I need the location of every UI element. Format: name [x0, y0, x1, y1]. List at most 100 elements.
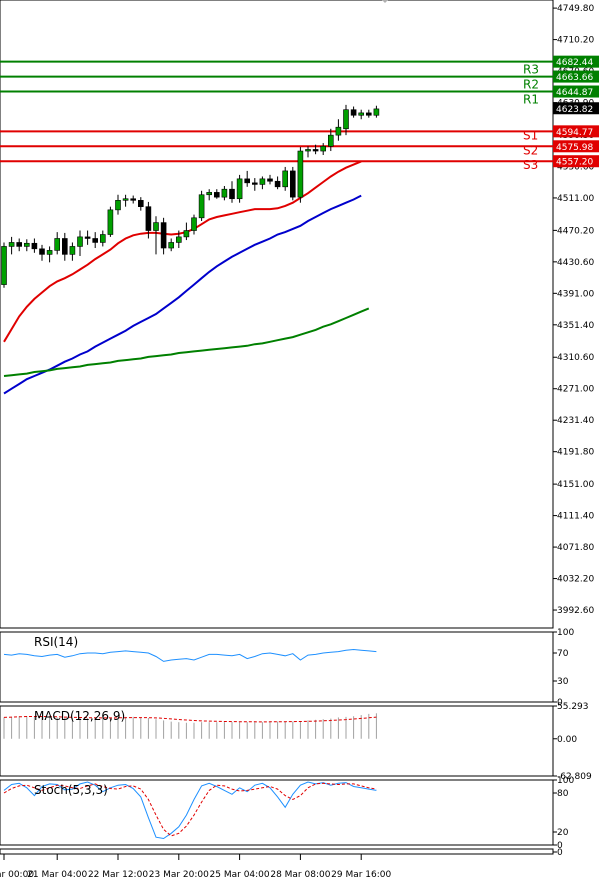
candle-body [31, 242, 38, 250]
macd-title: MACD(12,26,9) [34, 709, 125, 723]
candle-body [312, 149, 319, 152]
trading-chart: 4749.804710.204670.604630.904590.304550.… [0, 0, 600, 888]
pivot-value-label-s3: 4557.20 [556, 158, 593, 168]
pivot-label-r2: R2 [523, 78, 539, 92]
candle-body [153, 222, 159, 231]
candle-body [343, 109, 349, 130]
macd-tick-label: 0.00 [557, 735, 577, 745]
price-panel[interactable]: 4749.804710.204670.604630.904590.304550.… [0, 0, 599, 629]
candle-body [130, 198, 136, 201]
candle-body [297, 150, 304, 198]
candle-body [274, 180, 281, 188]
candle-body [122, 198, 129, 201]
candle-body [1, 246, 7, 285]
time-tick-label: 25 Mar 04:00 [210, 870, 270, 880]
candle-body [236, 178, 243, 200]
candle-body [115, 200, 121, 211]
time-axis: 20 Mar 00:0021 Mar 04:0022 Mar 12:0023 M… [0, 854, 392, 880]
candle-body [16, 242, 23, 247]
chart-canvas: 4749.804710.204670.604630.904590.304550.… [0, 0, 599, 880]
pivot-value-label-r2: 4663.66 [556, 73, 593, 83]
macd-panel[interactable]: 55.2930.00-62.809MACD(12,26,9) [0, 702, 592, 782]
candle-body [198, 194, 205, 219]
candle-body [84, 236, 91, 239]
rsi-panel[interactable]: 10070300RSI(14) [0, 628, 574, 708]
stochastic-panel[interactable]: 10080200Stoch(5,3,3)0 [0, 776, 574, 858]
candle-body [191, 217, 197, 231]
candle-body [23, 242, 30, 247]
candle-body [46, 250, 53, 255]
candle-body [77, 236, 83, 247]
candle-body [335, 126, 342, 136]
time-tick-label: 28 Mar 08:00 [270, 870, 330, 880]
candle-body [100, 234, 106, 243]
empty-indicator-strip [0, 848, 554, 855]
pivot-label-s1: S1 [523, 128, 538, 142]
candle-body [320, 145, 327, 152]
candle-body [244, 178, 250, 184]
pivot-value-label-r3: 4682.44 [556, 58, 593, 68]
candle-body [145, 206, 152, 231]
time-tick-label: 21 Mar 04:00 [27, 870, 87, 880]
candle-body [107, 209, 114, 235]
empty-strip-tick-label: 0 [557, 848, 563, 858]
candle-body [289, 170, 296, 198]
candle-body [365, 112, 372, 116]
candle-body [259, 178, 266, 185]
time-tick-label: 29 Mar 16:00 [331, 870, 391, 880]
candle-body [160, 222, 167, 249]
pivot-value-label-s1: 4594.77 [556, 128, 593, 138]
pivot-label-s3: S3 [523, 158, 538, 172]
stochastic-tick-label: 80 [557, 789, 569, 799]
candle-body [350, 109, 357, 116]
price-tick-label: 4391.00 [557, 289, 594, 299]
rsi-tick-label: 70 [557, 649, 569, 659]
candle-body [92, 238, 98, 243]
rsi-title: RSI(14) [34, 635, 78, 649]
price-plot-area [0, 0, 554, 629]
candle-body [267, 178, 273, 182]
candle-body [252, 182, 258, 185]
price-tick-label: 4710.20 [557, 36, 594, 46]
price-tick-label: 4310.60 [557, 353, 594, 363]
pivot-label-r1: R1 [523, 93, 539, 107]
pivot-label-s2: S2 [523, 143, 538, 157]
pivot-value-label-r1: 4644.87 [556, 88, 593, 98]
price-tick-label: 4749.80 [557, 4, 594, 14]
price-tick-label: 4151.00 [557, 480, 594, 490]
price-tick-label: 4271.00 [557, 385, 594, 395]
stochastic-tick-label: 20 [557, 828, 569, 838]
rsi-plot-area [0, 631, 554, 703]
price-tick-label: 4191.80 [557, 448, 594, 458]
rsi-tick-label: 100 [557, 628, 574, 638]
time-tick-label: 22 Mar 12:00 [88, 870, 148, 880]
candle-body [138, 200, 144, 207]
stochastic-title: Stoch(5,3,3) [34, 783, 108, 797]
price-tick-label: 4430.60 [557, 258, 594, 268]
pivot-value-label-s2: 4575.98 [556, 143, 593, 153]
candle-body [8, 242, 15, 247]
price-tick-label: 4231.40 [557, 416, 594, 426]
candle-body [54, 238, 61, 251]
candle-body [358, 112, 365, 116]
rsi-tick-label: 30 [557, 677, 569, 687]
candle-body [214, 192, 220, 198]
price-tick-label: 3992.60 [557, 606, 594, 616]
candle-body [229, 188, 235, 200]
candle-body [327, 134, 334, 147]
candle-body [39, 248, 45, 255]
candle-body [69, 246, 76, 255]
candle-body [206, 192, 212, 196]
price-tick-label: 4351.40 [557, 321, 594, 331]
candle-body [61, 238, 68, 255]
time-tick-label: 23 Mar 20:00 [149, 870, 209, 880]
candle-body [183, 230, 190, 238]
price-tick-label: 4470.20 [557, 226, 594, 236]
candle-body [168, 242, 174, 249]
price-tick-label: 4071.80 [557, 543, 594, 553]
current-price-label: 4623.82 [556, 105, 593, 115]
candle-body [282, 170, 289, 188]
candle-body [373, 108, 380, 116]
price-tick-label: 4032.20 [557, 575, 594, 585]
price-tick-label: 4511.00 [557, 194, 594, 204]
